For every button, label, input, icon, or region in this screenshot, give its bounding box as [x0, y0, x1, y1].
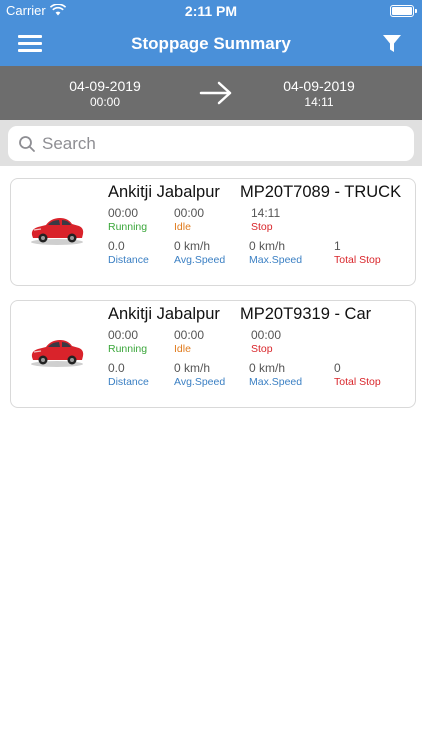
car-icon: [29, 213, 85, 247]
vehicle-card[interactable]: Ankitji Jabalpur MP20T7089 - TRUCK 00:00…: [10, 178, 416, 286]
from-time: 00:00: [89, 95, 121, 109]
search-icon: [18, 135, 36, 153]
idle-value: 00:00: [174, 328, 205, 342]
date-range-bar[interactable]: 04-09-2019 00:00 04-09-2019 14:11: [0, 66, 422, 120]
avg-speed-stat: 0 km/h Avg.Speed: [174, 361, 225, 388]
avg-speed-label: Avg.Speed: [174, 376, 226, 388]
stop-stat: 14:11 Stop: [251, 206, 280, 233]
vehicle-number: MP20T7089 - TRUCK: [240, 183, 402, 201]
total-stop-value: 1: [334, 239, 341, 253]
vehicle-number: MP20T9319 - Car: [240, 305, 372, 323]
from-date-block[interactable]: 04-09-2019 00:00: [40, 78, 170, 109]
distance-value: 0.0: [108, 361, 125, 375]
avg-speed-value: 0 km/h: [174, 239, 211, 253]
stop-value: 14:11: [251, 206, 281, 220]
distance-value: 0.0: [108, 239, 125, 253]
running-stat: 00:00 Running: [108, 328, 147, 355]
filter-icon[interactable]: [382, 34, 404, 56]
search-input[interactable]: [42, 130, 402, 157]
total-stop-value: 0: [334, 361, 341, 375]
max-speed-value: 0 km/h: [249, 239, 286, 253]
distance-stat: 0.0 Distance: [108, 239, 149, 266]
total-stop-stat: 1 Total Stop: [334, 239, 381, 266]
driver-name: Ankitji Jabalpur: [108, 183, 220, 201]
idle-stat: 00:00 Idle: [174, 206, 204, 233]
max-speed-stat: 0 km/h Max.Speed: [249, 361, 302, 388]
total-stop-label: Total Stop: [334, 254, 381, 266]
stop-stat: 00:00 Stop: [251, 328, 281, 355]
idle-stat: 00:00 Idle: [174, 328, 204, 355]
running-label: Running: [108, 343, 148, 355]
clock: 2:11 PM: [184, 3, 238, 19]
to-date: 04-09-2019: [283, 78, 355, 94]
idle-label: Idle: [174, 221, 191, 233]
to-time: 14:11: [304, 95, 334, 109]
search-bar: [0, 120, 422, 166]
running-stat: 00:00 Running: [108, 206, 147, 233]
avg-speed-stat: 0 km/h Avg.Speed: [174, 239, 225, 266]
to-date-block[interactable]: 04-09-2019 14:11: [254, 78, 384, 109]
distance-stat: 0.0 Distance: [108, 361, 149, 388]
navigation-bar: Stoppage Summary: [0, 22, 422, 66]
running-value: 00:00: [108, 206, 139, 220]
stop-label: Stop: [251, 343, 273, 355]
stop-label: Stop: [251, 221, 273, 233]
arrow-right-icon: [198, 80, 234, 106]
idle-label: Idle: [174, 343, 191, 355]
avg-speed-label: Avg.Speed: [174, 254, 226, 266]
total-stop-stat: 0 Total Stop: [334, 361, 381, 388]
stop-value: 00:00: [251, 328, 282, 342]
page-title: Stoppage Summary: [131, 34, 291, 53]
running-value: 00:00: [108, 328, 139, 342]
avg-speed-value: 0 km/h: [174, 361, 211, 375]
distance-label: Distance: [108, 376, 149, 388]
car-icon: [29, 335, 85, 369]
max-speed-stat: 0 km/h Max.Speed: [249, 239, 302, 266]
running-label: Running: [108, 221, 148, 233]
battery-icon: [390, 5, 417, 17]
driver-name: Ankitji Jabalpur: [108, 305, 220, 323]
max-speed-label: Max.Speed: [249, 254, 303, 266]
search-field[interactable]: [8, 126, 414, 161]
from-date: 04-09-2019: [69, 78, 141, 94]
max-speed-label: Max.Speed: [249, 376, 303, 388]
total-stop-label: Total Stop: [334, 376, 381, 388]
distance-label: Distance: [108, 254, 149, 266]
max-speed-value: 0 km/h: [249, 361, 286, 375]
vehicle-card[interactable]: Ankitji Jabalpur MP20T9319 - Car 00:00 R…: [10, 300, 416, 408]
idle-value: 00:00: [174, 206, 205, 220]
status-bar: Carrier 2:11 PM: [0, 0, 422, 22]
